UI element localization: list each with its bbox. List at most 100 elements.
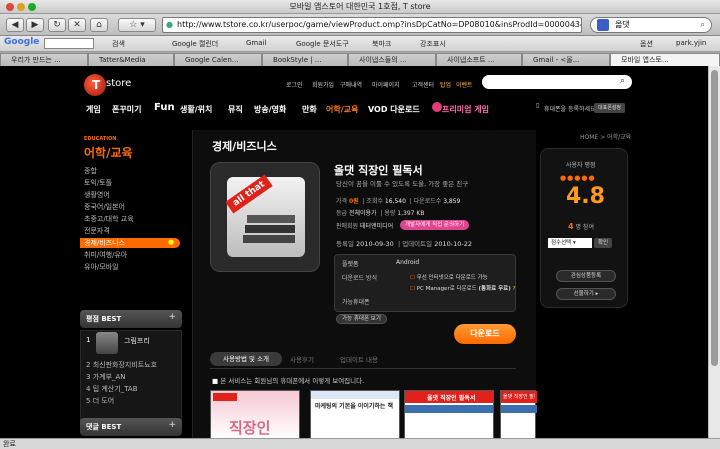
best-item[interactable]: 4 팁 계산기_TAB [86, 384, 138, 394]
gift-button[interactable]: 선물하기 ▸ [556, 288, 616, 300]
menu-life[interactable]: 생활/위치 [180, 104, 212, 115]
category-item[interactable]: 생활영어 [84, 190, 110, 200]
divider [210, 368, 516, 369]
google-docs-link[interactable]: Google 문서도구 [296, 39, 349, 49]
signup-link[interactable]: 회원가입 [312, 80, 334, 89]
screenshot-1[interactable]: 직장인 [210, 390, 300, 438]
tab-5[interactable]: 사이냅스들의 ... [348, 53, 436, 66]
menu-broadcast[interactable]: 방송/영화 [254, 104, 286, 115]
tab-2[interactable]: Tatter&Media [88, 53, 174, 66]
google-search-input[interactable] [44, 38, 94, 49]
search-icon[interactable]: ⌕ [701, 18, 705, 32]
best-item[interactable]: 5 더 도어 [86, 396, 114, 406]
more-plus-icon[interactable]: + [168, 420, 176, 430]
download-method-2: ☐ PC Manager로 다운로드 (통화료 무료) ? [410, 286, 516, 292]
star-icon: ● [588, 174, 596, 182]
bookmark-menu-button[interactable]: ☆ ▾ [118, 18, 156, 32]
menu-game[interactable]: 게임 [86, 104, 101, 115]
category-item[interactable]: 전문자격 [84, 226, 110, 236]
screenshot-4[interactable]: 올댓 직장인 필독서 [500, 390, 537, 438]
tab-6[interactable]: 사이냅소프트 ... [436, 53, 522, 66]
register-phone-text: 휴대폰을 등록하세요. [544, 106, 598, 113]
highlight-link[interactable]: 강조표시 [420, 39, 446, 49]
back-button[interactable]: ◀ [6, 18, 24, 32]
tab-1[interactable]: 우리가 만드는 ... [0, 53, 88, 66]
screenshot-3[interactable]: 올댓 직장인 필독서 [404, 390, 494, 438]
category-item[interactable]: 취미/여행/유아 [84, 250, 127, 260]
score-select[interactable]: 점수선택 ▾ [548, 238, 592, 248]
customer-center-link[interactable]: 고객센터 [412, 80, 434, 89]
category-item[interactable]: 유아/모바일 [84, 262, 119, 272]
score-confirm-button[interactable]: 확인 [594, 238, 613, 248]
tab-reviews[interactable]: 사용후기 [290, 354, 314, 364]
google-calendar-link[interactable]: Google 캘린더 [172, 39, 218, 49]
topup-link[interactable]: 탑업 [440, 80, 451, 89]
add-wishlist-button[interactable]: 관심상품등록 [556, 270, 616, 282]
best-item[interactable]: 그림프리 [124, 336, 150, 346]
screenshot-2[interactable]: 마케팅의 기본을 이이기하는 책 [310, 390, 400, 438]
register-phone-button[interactable]: 대표폰설정 [594, 103, 626, 113]
more-plus-icon[interactable]: + [168, 312, 176, 322]
category-item[interactable]: 중국어/일본어 [84, 202, 125, 212]
bookmarks-link[interactable]: 북마크 [372, 39, 391, 49]
mypage-link[interactable]: 마이페이지 [372, 80, 400, 89]
purchase-history-link[interactable]: 구매내역 [340, 80, 362, 89]
breadcrumb: HOME > 어학/교육 [580, 134, 632, 141]
google-logo: Google [4, 37, 40, 47]
menu-music[interactable]: 뮤직 [228, 104, 243, 115]
close-window-button[interactable] [6, 3, 14, 11]
home-button[interactable]: ⌂ [90, 18, 108, 32]
contact-developer-button[interactable]: 개발자에게 직접 문의하기 [400, 220, 470, 230]
tab-3[interactable]: Google Calen... [174, 53, 262, 66]
forward-button[interactable]: ▶ [26, 18, 44, 32]
options-link[interactable]: 옵션 [640, 39, 653, 49]
menu-comic[interactable]: 만화 [302, 104, 317, 115]
gmail-link[interactable]: Gmail [246, 39, 266, 47]
site-logo[interactable]: store [106, 78, 131, 89]
star-icon[interactable]: ☆ [570, 18, 577, 32]
menu-decorate[interactable]: 폰꾸미기 [112, 104, 141, 115]
device-list-button[interactable]: 가능 휴대폰 보기 [336, 314, 387, 324]
reload-button[interactable]: ↻ [48, 18, 66, 32]
category-item[interactable]: 종합 [84, 166, 97, 176]
google-search-button[interactable]: 검색 [112, 39, 125, 49]
best-item-thumbnail[interactable] [96, 332, 118, 354]
search-input[interactable]: 옮댓 ⌕ [590, 17, 712, 33]
tab-4[interactable]: BookStyle | ... [262, 53, 348, 66]
tab-usage[interactable]: 사용방법 및 소개 [210, 352, 282, 366]
site-search-icon[interactable]: ⌕ [620, 76, 625, 86]
event-link[interactable]: 이벤트 [456, 80, 473, 89]
platform-value: Android [396, 259, 420, 266]
tab-7[interactable]: Gmail - <올... [522, 53, 610, 66]
menu-fun[interactable]: Fun [154, 102, 175, 113]
category-item-active[interactable]: 경제/비즈니스 [80, 238, 180, 248]
page-content: T store 로그인 회원가입 구매내역 마이페이지 고객센터 탑업 이벤트 … [0, 66, 720, 438]
category-item[interactable]: 토익/토플 [84, 178, 112, 188]
help-icon: ? [512, 286, 516, 292]
tab-8-active[interactable]: 모바일 앱스토... [610, 53, 720, 66]
checkbox-icon: ☐ [410, 275, 415, 281]
scrollbar-thumb[interactable] [711, 70, 718, 366]
menu-vod[interactable]: VOD 다운로드 [368, 104, 420, 115]
site-search-input[interactable] [482, 75, 632, 89]
comment-best-header: 댓글 BEST + [80, 418, 182, 436]
minimize-window-button[interactable] [17, 3, 25, 11]
menu-education[interactable]: 어학/교육 [326, 104, 358, 115]
download-method-1: ☐ 무선 인터넷으로 다운로드 가능 [410, 275, 488, 281]
stop-button[interactable]: ✕ [68, 18, 86, 32]
search-engine-icon[interactable] [597, 19, 609, 31]
account-link[interactable]: park.yjin [676, 39, 706, 47]
product-title: 올댓 직장인 필독서 [334, 164, 423, 177]
page-scrollbar[interactable] [708, 66, 720, 438]
tab-updates[interactable]: 업데이트 내용 [340, 354, 378, 364]
notice-bullet-icon: ■ [212, 377, 219, 385]
status-bar: 완료 [0, 438, 720, 449]
download-button[interactable]: 다운로드 [454, 324, 516, 344]
best-item[interactable]: 3 가계부_AN [86, 372, 126, 382]
best-item[interactable]: 2 최신판화장지비트뇨호 [86, 360, 157, 370]
category-item[interactable]: 초중고/대학 교육 [84, 214, 134, 224]
zoom-window-button[interactable] [28, 3, 36, 11]
menu-premium-game[interactable]: 프리미엄 게임 [442, 104, 489, 115]
url-field[interactable]: ● http://www.tstore.co.kr/userpoc/game/v… [162, 17, 582, 33]
login-link[interactable]: 로그인 [286, 80, 303, 89]
